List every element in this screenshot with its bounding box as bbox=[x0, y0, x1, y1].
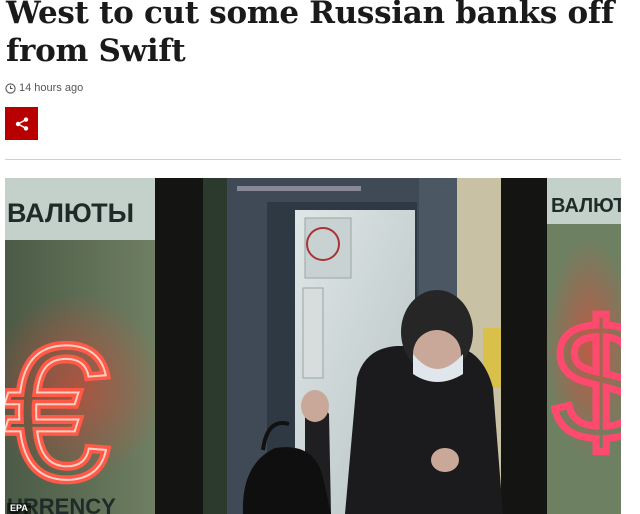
article-headline: West to cut some Russian banks off from … bbox=[6, 0, 614, 69]
timestamp-text: 14 hours ago bbox=[19, 82, 84, 94]
photo-credit: EPA bbox=[7, 503, 31, 514]
article-timestamp: 14 hours ago bbox=[5, 82, 83, 94]
sign-right-text: ВАЛЮТЫ bbox=[551, 195, 621, 217]
clock-icon bbox=[5, 82, 16, 94]
article-photo: ВАЛЮТЫ € € URRENCY ВАЛЮТЫ $ bbox=[5, 178, 621, 514]
euro-symbol-core: € bbox=[5, 307, 109, 514]
share-icon bbox=[15, 116, 28, 131]
share-button[interactable] bbox=[5, 107, 38, 140]
sign-left-text: ВАЛЮТЫ bbox=[7, 198, 134, 228]
header-divider bbox=[5, 159, 621, 160]
dollar-symbol: $ bbox=[553, 287, 621, 477]
